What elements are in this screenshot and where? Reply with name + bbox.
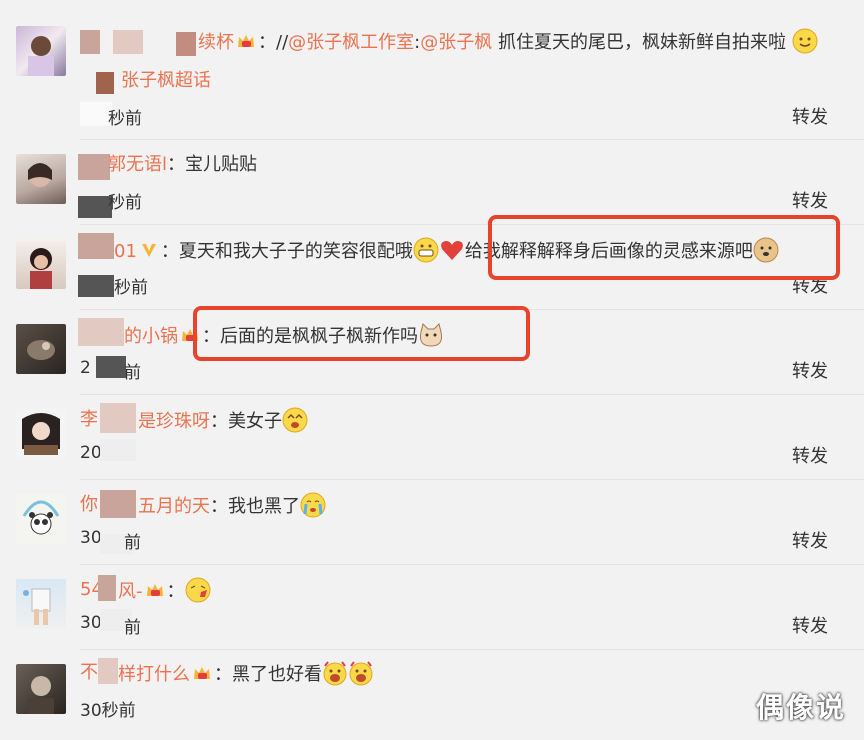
avatar[interactable] (16, 664, 66, 714)
smile-emoji-icon (792, 28, 818, 54)
repost-button[interactable]: 转发 (792, 527, 828, 553)
username-link[interactable]: 的小锅 (124, 326, 178, 347)
avatar[interactable] (16, 409, 66, 459)
timestamp-suffix: 前 (124, 618, 141, 638)
blurred-username (78, 233, 114, 259)
comment-row-6: 你 五月的天：我也黑了 30 前 转发 (0, 480, 864, 565)
blurred-username (100, 403, 136, 433)
avatar[interactable] (16, 239, 66, 289)
repost-button[interactable]: 转发 (792, 357, 828, 383)
username-link[interactable]: 风- (118, 581, 143, 602)
excited-emoji-icon (349, 661, 373, 686)
username-link[interactable]: 是珍珠呀 (138, 411, 210, 432)
crown-badge-icon (194, 667, 210, 679)
username-link[interactable]: 你 (80, 494, 98, 515)
topic-link[interactable]: 张子枫超话 (121, 70, 211, 91)
timestamp: 30 (80, 613, 102, 633)
avatar[interactable] (16, 26, 66, 76)
verified-v-icon (141, 244, 156, 257)
username-link[interactable]: 不 (80, 662, 98, 683)
avatar[interactable] (16, 324, 66, 374)
mention-link[interactable]: @张子枫工作室 (288, 32, 414, 53)
crown-badge-icon (146, 584, 163, 596)
timestamp: 秒前 (114, 278, 148, 298)
crying-emoji-icon (300, 492, 326, 518)
blurred-username (98, 575, 116, 601)
highlight-box (193, 306, 530, 361)
avatar[interactable] (16, 494, 66, 544)
avatar[interactable] (16, 154, 66, 204)
comment-row-7: 54 风-： 30 前 转发 (0, 565, 864, 650)
timestamp: 20 (80, 443, 102, 463)
avatar[interactable] (16, 579, 66, 629)
username-link[interactable]: 五月的天 (138, 496, 210, 517)
kiss-emoji-icon (185, 577, 210, 603)
username-link[interactable]: 样打什么 (118, 664, 190, 685)
timestamp: 2 (80, 358, 91, 378)
blurred-username (78, 154, 110, 180)
timestamp: 秒前 (108, 193, 142, 213)
grin-emoji-icon (413, 237, 439, 263)
comment-row-5: 李 是珍珠呀：美女子 20 转发 (0, 395, 864, 480)
comment-row-1: 续杯 ：//@张子枫工作室:@张子枫 抓住夏天的尾巴，枫妹新鲜自拍来啦 张子枫超话… (0, 0, 864, 140)
blurred-time (78, 275, 114, 297)
blurred-username (80, 30, 100, 54)
starstruck-emoji-icon (282, 407, 308, 433)
username-link[interactable]: 续杯 (198, 32, 234, 53)
blurred-icon (96, 72, 114, 94)
excited-emoji-icon (323, 661, 347, 686)
comment-row-2: 郭无语l：宝儿贴贴 秒前 转发 (0, 140, 864, 225)
timestamp: 30秒前 (80, 701, 136, 721)
blurred-time (96, 356, 126, 378)
timestamp: 30 (80, 528, 102, 548)
timestamp-suffix: 前 (124, 533, 141, 553)
repost-button[interactable]: 转发 (792, 442, 828, 468)
watermark: 偶像说 (755, 691, 846, 724)
blurred-username (98, 658, 118, 684)
repost-button[interactable]: 转发 (792, 612, 828, 638)
timestamp: 秒前 (108, 109, 142, 129)
comment-line: 续杯 ：//@张子枫工作室:@张子枫 抓住夏天的尾巴，枫妹新鲜自拍来啦 (198, 28, 818, 56)
repost-button[interactable]: 转发 (792, 103, 828, 129)
blurred-username (113, 30, 143, 54)
highlight-box (488, 215, 840, 280)
crown-badge-icon (238, 35, 254, 47)
blurred-username (176, 32, 196, 56)
blurred-username (78, 318, 124, 346)
blurred-time (78, 196, 112, 218)
comment-row-8: 不 样打什么 ：黑了也好看 30秒前 (0, 650, 864, 740)
heart-icon (441, 241, 463, 260)
repost-button[interactable]: 转发 (792, 187, 828, 213)
mention-link[interactable]: @张子枫 (420, 32, 492, 53)
blurred-time (100, 439, 136, 461)
timestamp-suffix: 前 (124, 363, 141, 383)
username-link[interactable]: 李 (80, 409, 98, 430)
username-link[interactable]: 郭无语l (108, 154, 167, 175)
blurred-username (100, 490, 136, 518)
username-link[interactable]: 01 (114, 241, 137, 262)
